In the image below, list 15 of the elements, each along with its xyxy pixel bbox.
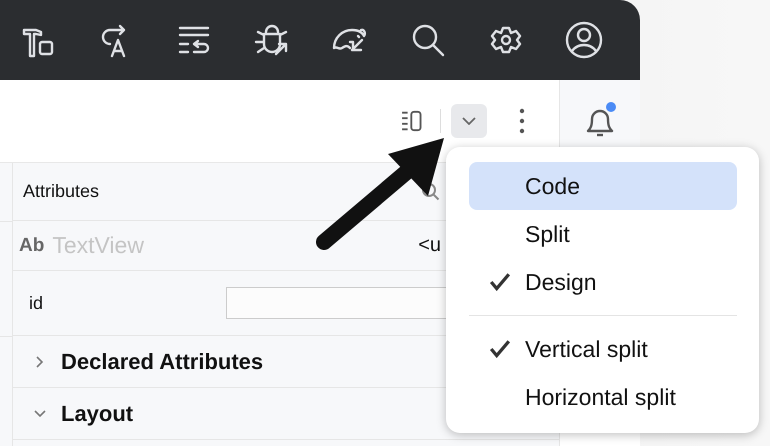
menu-item[interactable]: Design bbox=[469, 258, 737, 306]
section-title[interactable]: Layout bbox=[61, 400, 134, 426]
menu-item[interactable]: Code bbox=[469, 162, 737, 210]
account-icon[interactable] bbox=[564, 20, 604, 60]
component-value: <u bbox=[418, 234, 441, 257]
chevron-down-icon bbox=[462, 117, 476, 125]
view-mode-dropdown[interactable] bbox=[451, 104, 487, 138]
field-label: id bbox=[29, 292, 44, 314]
menu-item[interactable]: Vertical split bbox=[469, 325, 737, 373]
component-icon: Ab bbox=[19, 234, 44, 256]
panel-title: Attributes bbox=[23, 181, 100, 202]
menu-item[interactable]: Split bbox=[469, 210, 737, 258]
section-title[interactable]: Declared Attributes bbox=[61, 348, 264, 374]
more-icon[interactable] bbox=[519, 108, 525, 134]
menu-item[interactable]: Horizontal split bbox=[469, 373, 737, 421]
